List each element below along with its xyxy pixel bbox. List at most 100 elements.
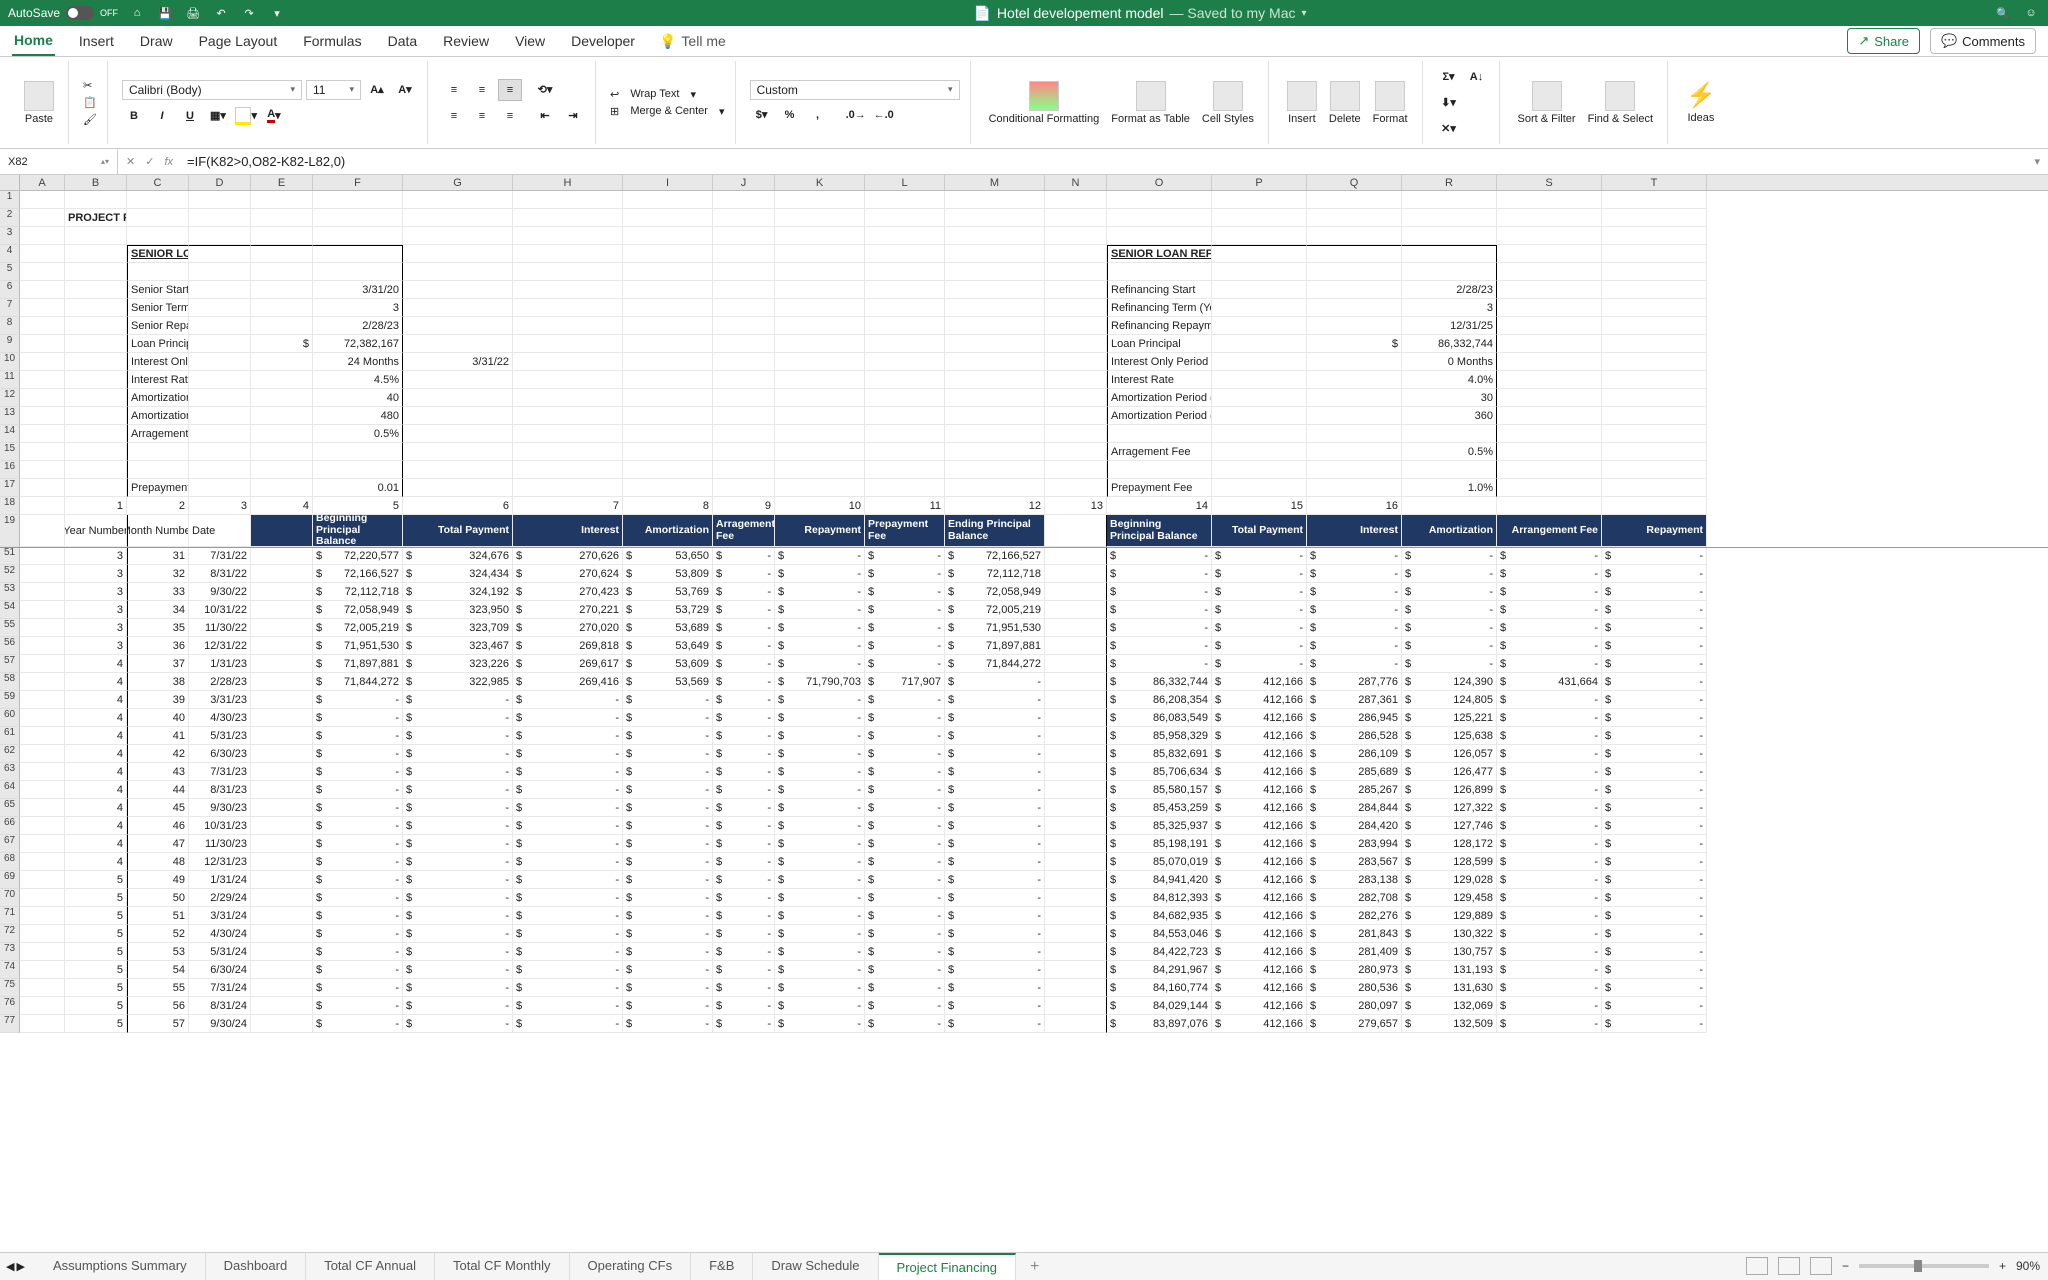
cell[interactable]: 5/31/23 (189, 727, 251, 745)
cell[interactable]: 1 (65, 497, 127, 515)
cell[interactable]: $- (1602, 961, 1707, 979)
cell[interactable]: $131,193 (1402, 961, 1497, 979)
cell[interactable]: $ (251, 335, 313, 353)
tab-draw[interactable]: Draw (138, 27, 175, 55)
cell[interactable] (403, 209, 513, 227)
cell[interactable]: $- (1307, 637, 1402, 655)
cell[interactable]: 42 (127, 745, 189, 763)
row-header[interactable]: 13 (0, 407, 20, 425)
row-header[interactable]: 3 (0, 227, 20, 245)
cell[interactable] (1045, 889, 1107, 907)
cell[interactable]: $- (313, 925, 403, 943)
cell[interactable]: 4 (65, 673, 127, 691)
cell[interactable] (1212, 479, 1307, 497)
cell[interactable] (1045, 299, 1107, 317)
row-header[interactable]: 10 (0, 353, 20, 371)
cell[interactable]: $322,985 (403, 673, 513, 691)
cell[interactable] (775, 479, 865, 497)
cell[interactable]: $- (403, 691, 513, 709)
cell[interactable] (1045, 209, 1107, 227)
cell[interactable] (403, 389, 513, 407)
font-select[interactable]: Calibri (Body)▾ (122, 80, 302, 100)
cell[interactable]: $- (1307, 601, 1402, 619)
cell[interactable] (1497, 245, 1602, 263)
cell[interactable]: $- (403, 907, 513, 925)
cell[interactable]: $- (1402, 619, 1497, 637)
cell[interactable] (513, 245, 623, 263)
cell[interactable]: $- (1402, 547, 1497, 565)
cell[interactable]: $412,166 (1212, 781, 1307, 799)
cell[interactable] (1045, 263, 1107, 281)
cell[interactable]: $- (1107, 601, 1212, 619)
cell[interactable]: $- (775, 943, 865, 961)
cell[interactable] (20, 619, 65, 637)
cell[interactable] (251, 209, 313, 227)
cell[interactable]: $- (1602, 781, 1707, 799)
border-button[interactable]: ▦▾ (206, 105, 230, 127)
cell[interactable]: $- (513, 1015, 623, 1033)
cell[interactable]: 2/28/23 (1402, 281, 1497, 299)
cell[interactable] (713, 191, 775, 209)
indent-dec-icon[interactable]: ⇤ (533, 105, 557, 127)
cell[interactable]: $- (865, 727, 945, 745)
cell[interactable]: $- (945, 907, 1045, 925)
cell[interactable] (20, 263, 65, 281)
cell[interactable]: 55 (127, 979, 189, 997)
worksheet[interactable]: ABCDEFGHIJKLMNOPQRST 12PROJECT FINANCING… (0, 175, 2048, 1237)
cell[interactable]: $- (775, 835, 865, 853)
sort-filter-button[interactable]: Sort & Filter (1514, 79, 1580, 127)
cell[interactable] (65, 353, 127, 371)
cell[interactable] (251, 263, 313, 281)
sheet-next-icon[interactable]: ▶ (16, 1260, 24, 1273)
cell[interactable]: $- (713, 655, 775, 673)
cell[interactable] (865, 461, 945, 479)
cell[interactable]: $- (1497, 907, 1602, 925)
cell[interactable]: $- (775, 979, 865, 997)
cell[interactable] (1497, 389, 1602, 407)
cell[interactable] (1045, 979, 1107, 997)
align-right-icon[interactable]: ≡ (498, 105, 522, 127)
cell[interactable]: $- (775, 817, 865, 835)
cell[interactable]: $- (945, 979, 1045, 997)
cell[interactable]: $- (403, 763, 513, 781)
cell[interactable] (251, 299, 313, 317)
cell[interactable] (403, 371, 513, 389)
cell[interactable] (251, 443, 313, 461)
cell[interactable]: $287,361 (1307, 691, 1402, 709)
cell[interactable] (513, 461, 623, 479)
cell[interactable]: $- (623, 799, 713, 817)
cell[interactable]: Interest Rate (127, 371, 189, 389)
cell[interactable]: $- (623, 835, 713, 853)
cell[interactable]: $- (1212, 619, 1307, 637)
cell[interactable]: $- (513, 745, 623, 763)
cell[interactable]: $- (713, 673, 775, 691)
cell[interactable] (623, 389, 713, 407)
tab-developer[interactable]: Developer (569, 27, 637, 55)
cell[interactable]: $- (775, 637, 865, 655)
cell[interactable] (865, 263, 945, 281)
cell[interactable]: $- (513, 727, 623, 745)
cell[interactable]: $- (1602, 997, 1707, 1015)
cell[interactable]: 32 (127, 565, 189, 583)
cell[interactable]: $- (865, 1015, 945, 1033)
cell[interactable] (865, 335, 945, 353)
cell[interactable] (189, 299, 251, 317)
cell[interactable] (945, 263, 1045, 281)
format-painter-icon[interactable]: 🖌 (83, 113, 97, 126)
cell[interactable]: $- (623, 1015, 713, 1033)
cell[interactable] (865, 371, 945, 389)
wrap-text-button[interactable]: ↩ Wrap Text ▾ (610, 88, 725, 101)
cell[interactable]: $- (1497, 709, 1602, 727)
cell[interactable]: 0.5% (313, 425, 403, 443)
cell[interactable] (945, 299, 1045, 317)
cell[interactable] (313, 263, 403, 281)
cell[interactable] (313, 227, 403, 245)
cell[interactable] (713, 245, 775, 263)
cell[interactable]: Arragement Fee (127, 425, 189, 443)
cell[interactable] (251, 245, 313, 263)
cell[interactable]: $- (945, 727, 1045, 745)
cell[interactable] (20, 673, 65, 691)
row-header[interactable]: 5 (0, 263, 20, 281)
cell[interactable]: 1/31/24 (189, 871, 251, 889)
cell[interactable]: $- (623, 709, 713, 727)
